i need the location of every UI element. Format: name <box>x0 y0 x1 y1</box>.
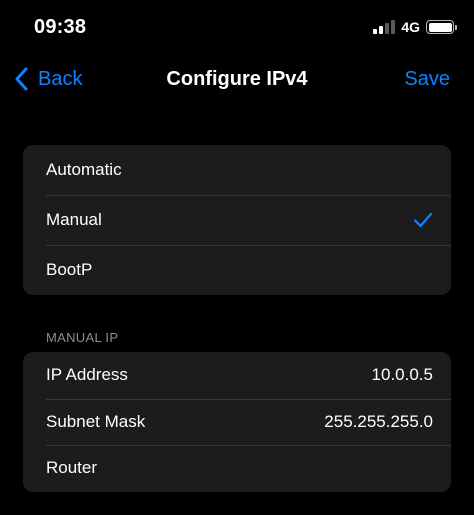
battery-icon <box>426 20 457 34</box>
mode-option-label: BootP <box>46 260 93 279</box>
subnet-mask-label: Subnet Mask <box>46 411 146 431</box>
ip-address-row[interactable]: IP Address 10.0.0.5 <box>23 352 451 399</box>
status-time: 09:38 <box>34 16 87 38</box>
manual-ip-section-header: MANUAL IP <box>46 330 119 345</box>
status-indicators: 4G <box>373 19 457 35</box>
configure-ipv4-screen: 09:38 4G Back Configure IPv4 Save Automa… <box>0 0 474 515</box>
mode-option-automatic[interactable]: Automatic <box>23 145 451 195</box>
configure-mode-list: Automatic Manual BootP <box>23 145 451 295</box>
manual-ip-list: IP Address 10.0.0.5 Subnet Mask 255.255.… <box>23 352 451 492</box>
mode-option-label: Manual <box>46 210 102 229</box>
cellular-signal-icon <box>373 20 396 34</box>
mode-option-manual[interactable]: Manual <box>23 195 451 245</box>
page-title: Configure IPv4 <box>166 68 308 90</box>
ip-address-label: IP Address <box>46 365 128 385</box>
navigation-bar: Back Configure IPv4 Save <box>0 56 474 104</box>
network-type-label: 4G <box>401 19 420 35</box>
mode-option-label: Automatic <box>46 160 122 179</box>
save-button[interactable]: Save <box>404 68 450 91</box>
subnet-mask-row[interactable]: Subnet Mask 255.255.255.0 <box>23 398 451 446</box>
mode-option-bootp[interactable]: BootP <box>23 245 451 295</box>
router-row[interactable]: Router <box>23 445 451 492</box>
subnet-mask-field[interactable]: 255.255.255.0 <box>324 412 433 432</box>
ip-address-field[interactable]: 10.0.0.5 <box>372 365 433 385</box>
router-label: Router <box>46 458 98 478</box>
checkmark-icon <box>413 212 433 228</box>
status-bar: 09:38 4G <box>0 0 474 56</box>
